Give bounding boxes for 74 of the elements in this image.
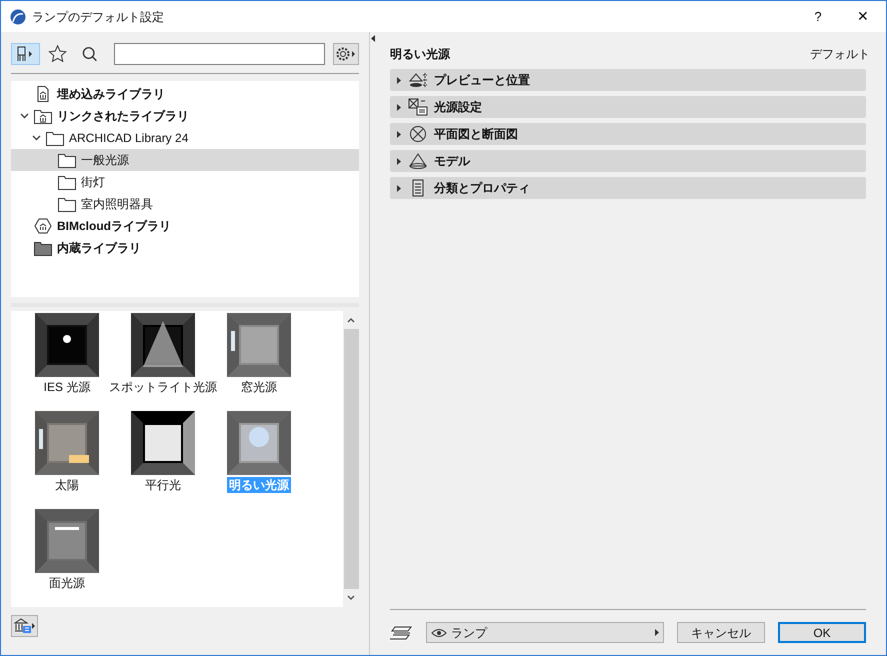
crossed-circle-icon (408, 125, 428, 143)
gallery-label[interactable]: スポットライト光源 (107, 379, 219, 395)
settings-icon (334, 46, 357, 62)
scroll-down-icon[interactable] (347, 595, 355, 601)
gallery-label[interactable]: 太陽 (53, 477, 81, 493)
section-label: モデル (434, 153, 470, 170)
tree-label: 室内照明器具 (81, 196, 153, 213)
default-label: デフォルト (810, 46, 870, 63)
settings-button[interactable] (332, 43, 359, 65)
gallery-label[interactable]: 窓光源 (239, 379, 279, 395)
section-label: 分類とプロパティ (434, 180, 530, 197)
tree-label: 埋め込みライブラリ (57, 86, 165, 103)
folder-icon (58, 196, 76, 212)
section-header[interactable]: 光源設定 (390, 96, 866, 118)
library-browse-button[interactable] (11, 43, 40, 65)
scroll-up-icon[interactable] (347, 317, 355, 323)
tree-item[interactable]: リンクされたライブラリ (11, 105, 359, 127)
section-header[interactable]: 分類とプロパティ (390, 177, 866, 199)
section-label: プレビューと位置 (434, 72, 530, 89)
gallery-label[interactable]: IES 光源 (42, 379, 92, 395)
folder-icon (58, 174, 76, 190)
caret-right-icon (397, 184, 402, 192)
search-icon[interactable] (81, 45, 98, 63)
tree-label: BIMcloudライブラリ (57, 218, 171, 235)
caret-right-icon (397, 76, 402, 84)
tree-label: ARCHICAD Library 24 (69, 130, 188, 147)
chevron-down-icon[interactable] (20, 113, 28, 119)
app-logo-icon (10, 8, 26, 24)
tree-label: 街灯 (81, 174, 105, 191)
settings-grid-icon (408, 98, 428, 116)
caret-right-icon (655, 629, 659, 636)
gallery-label[interactable]: 平行光 (143, 477, 183, 493)
object-title: 明るい光源 (390, 46, 450, 63)
section-header[interactable]: プレビューと位置 (390, 69, 866, 91)
filled-folder-icon (34, 240, 52, 256)
ok-button[interactable]: OK (778, 622, 866, 643)
star-icon[interactable] (48, 44, 68, 64)
tree-label: 一般光源 (81, 152, 129, 169)
section-header[interactable]: モデル (390, 150, 866, 172)
collapse-panel-icon[interactable] (371, 35, 375, 42)
caret-right-icon (397, 104, 402, 110)
chevron-down-icon[interactable] (32, 135, 40, 141)
section-label: 平面図と断面図 (434, 126, 518, 143)
gallery-label[interactable]: 面光源 (47, 575, 87, 591)
close-button[interactable]: ✕ (840, 1, 886, 32)
tree-item[interactable]: 一般光源 (11, 149, 359, 171)
section-label: 光源設定 (434, 99, 482, 116)
cloud-library-icon (34, 218, 52, 234)
scroll-thumb[interactable] (344, 329, 358, 589)
cancel-button[interactable]: キャンセル (677, 622, 765, 643)
window-title: ランプのデフォルト設定 (32, 8, 164, 26)
tree-item[interactable]: 室内照明器具 (11, 193, 359, 215)
folder-icon (46, 130, 64, 146)
library-list-icon (14, 618, 36, 634)
tree-item[interactable]: BIMcloudライブラリ (11, 215, 359, 237)
search-field[interactable] (114, 43, 325, 65)
caret-right-icon (397, 158, 402, 164)
library-manager-button[interactable] (11, 615, 38, 637)
help-button[interactable]: ? (796, 1, 840, 32)
tree-item[interactable]: 内蔵ライブラリ (11, 237, 359, 259)
tree-label: 内蔵ライブラリ (57, 240, 141, 257)
folder-icon (58, 152, 76, 168)
lamp-shade-icon (408, 152, 428, 170)
library-folder-icon (34, 108, 52, 124)
tree-item[interactable]: 埋め込みライブラリ (11, 83, 359, 105)
preview-position-icon (408, 71, 428, 89)
tree-item[interactable]: 街灯 (11, 171, 359, 193)
layers-icon (390, 624, 414, 640)
tree-label: リンクされたライブラリ (57, 108, 189, 125)
eye-icon (431, 628, 447, 638)
tree-item[interactable]: ARCHICAD Library 24 (11, 127, 359, 149)
layer-dropdown[interactable]: ランプ (426, 622, 664, 643)
section-header[interactable]: 平面図と断面図 (390, 123, 866, 145)
caret-right-icon (397, 130, 402, 138)
